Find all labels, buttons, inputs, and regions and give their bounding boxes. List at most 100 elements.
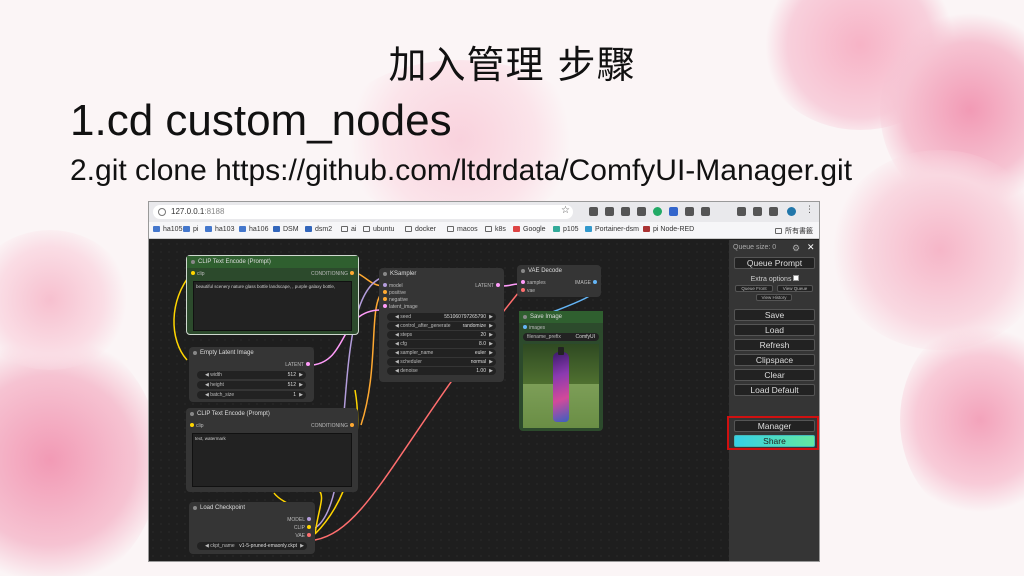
bookmark-item[interactable]: Portainer-dsm (585, 226, 639, 233)
url-host: 127.0.0.1 (171, 207, 205, 216)
extension-icon[interactable] (685, 207, 694, 216)
extension-icon[interactable] (653, 207, 662, 216)
prompt-textarea[interactable]: text, watermark (192, 433, 352, 487)
extra-options-toggle[interactable]: Extra options (729, 275, 819, 283)
bookmark-folder[interactable]: docker (405, 226, 436, 233)
save-image-node[interactable]: Save Image images filename_prefix ComfyUI (519, 311, 603, 431)
browser-screenshot: 127.0.0.1:8188 ☆ ⋮ ha105 pi ha103 ha106 … (148, 201, 820, 562)
output-conditioning[interactable]: CONDITIONING (311, 271, 356, 277)
all-bookmarks[interactable]: 所有書籤 (775, 226, 813, 236)
extension-icon[interactable] (637, 207, 646, 216)
width-widget[interactable]: ◀ width 512 ▶ (197, 371, 306, 379)
output-latent[interactable]: LATENT (475, 283, 502, 289)
bookmark-folder[interactable]: ubuntu (363, 226, 394, 233)
bookmark-item[interactable]: ha103 (205, 226, 234, 233)
node-title: VAE Decode (517, 265, 601, 277)
view-queue-button[interactable]: View Queue (777, 285, 813, 292)
extension-icon[interactable] (621, 207, 630, 216)
bookmark-folder[interactable]: ai (341, 226, 356, 233)
denoise-widget[interactable]: ◀ denoise 1.00 ▶ (387, 367, 496, 375)
slide-title: 加入管理 步驟 (388, 43, 636, 87)
node-title: Empty Latent Image (189, 347, 314, 359)
highlight-box (727, 416, 819, 450)
extension-icon[interactable] (701, 207, 710, 216)
node-title: CLIP Text Encode (Prompt) (186, 408, 358, 420)
output-conditioning[interactable]: CONDITIONING (311, 423, 356, 429)
input-images[interactable]: images (521, 325, 545, 331)
address-bar: 127.0.0.1:8188 ☆ ⋮ (149, 202, 819, 222)
close-icon[interactable]: ✕ (807, 242, 815, 253)
queue-front-button[interactable]: Queue Front (735, 285, 773, 292)
output-latent[interactable]: LATENT (285, 362, 312, 368)
bookmark-item[interactable]: pi Node-RED (643, 226, 694, 233)
bookmark-item[interactable]: pi (183, 226, 198, 233)
bookmark-item[interactable]: Google (513, 226, 546, 233)
output-model[interactable]: MODEL (287, 517, 313, 523)
batch-size-widget[interactable]: ◀ batch_size 1 ▶ (197, 391, 306, 399)
clip-text-encode-negative-node[interactable]: CLIP Text Encode (Prompt) clip CONDITION… (186, 408, 358, 492)
site-info-icon[interactable] (158, 208, 166, 216)
avatar[interactable] (787, 207, 796, 216)
ckpt-name-widget[interactable]: ◀ ckpt_name v1-5-pruned-emaonly.ckpt ▶ (197, 542, 307, 550)
url-field[interactable]: 127.0.0.1:8188 (153, 205, 573, 219)
queue-size-label: Queue size: 0 (733, 244, 777, 251)
height-widget[interactable]: ◀ height 512 ▶ (197, 381, 306, 389)
bookmark-item[interactable]: ha106 (239, 226, 268, 233)
bookmark-star-icon[interactable]: ☆ (561, 205, 570, 216)
cfg-widget[interactable]: ◀ cfg 8.0 ▶ (387, 340, 496, 348)
load-button[interactable]: Load (734, 324, 815, 336)
filename-prefix-widget[interactable]: filename_prefix ComfyUI (523, 333, 599, 341)
output-image[interactable]: IMAGE (575, 280, 599, 286)
clear-button[interactable]: Clear (734, 369, 815, 381)
input-model[interactable]: model (381, 283, 403, 289)
url-port: :8188 (204, 207, 225, 216)
vae-decode-node[interactable]: VAE Decode samples vae IMAGE (517, 265, 601, 297)
empty-latent-image-node[interactable]: Empty Latent Image LATENT ◀ width 512 ▶ ◀ … (189, 347, 314, 402)
scheduler-widget[interactable]: ◀ scheduler normal ▶ (387, 358, 496, 366)
input-vae[interactable]: vae (519, 288, 535, 294)
refresh-button[interactable]: Refresh (734, 339, 815, 351)
gear-icon[interactable]: ⚙ (792, 243, 800, 254)
node-title: Save Image (519, 311, 603, 323)
puzzle-icon[interactable] (769, 207, 778, 216)
bookmark-folder[interactable]: k8s (485, 226, 506, 233)
load-default-button[interactable]: Load Default (734, 384, 815, 396)
output-vae[interactable]: VAE (295, 533, 313, 539)
view-history-button[interactable]: View History (756, 294, 792, 301)
control-after-generate-widget[interactable]: ◀ control_after_generate randomize ▶ (387, 322, 496, 330)
bookmark-item[interactable]: dsm2 (305, 226, 332, 233)
save-button[interactable]: Save (734, 309, 815, 321)
clip-text-encode-positive-node[interactable]: CLIP Text Encode (Prompt) clip CONDITION… (186, 255, 359, 335)
seed-widget[interactable]: ◀ seed 551060797265790 ▶ (387, 313, 496, 321)
extension-icon[interactable] (669, 207, 678, 216)
ksampler-node[interactable]: KSampler model positive negative latent_… (379, 268, 504, 382)
step-2-text: 2.git clone https://github.com/ltdrdata/… (70, 154, 853, 187)
step-1-text: 1.cd custom_nodes (70, 96, 452, 145)
steps-widget[interactable]: ◀ steps 20 ▶ (387, 331, 496, 339)
extension-icon[interactable] (605, 207, 614, 216)
menu-dots-icon[interactable]: ⋮ (805, 205, 814, 215)
extension-icon[interactable] (589, 207, 598, 216)
bookmark-item[interactable]: DSM (273, 226, 299, 233)
load-checkpoint-node[interactable]: Load Checkpoint MODEL CLIP VAE ◀ ckpt_na… (189, 502, 315, 554)
bookmark-item[interactable]: ha105 (153, 226, 182, 233)
bookmark-item[interactable]: p105 (553, 226, 579, 233)
node-title: CLIP Text Encode (Prompt) (187, 256, 358, 268)
download-icon[interactable] (753, 207, 762, 216)
input-clip[interactable]: clip (188, 423, 204, 429)
output-clip[interactable]: CLIP (294, 525, 313, 531)
sampler-name-widget[interactable]: ◀ sampler_name euler ▶ (387, 349, 496, 357)
input-latent-image[interactable]: latent_image (381, 304, 418, 310)
clipspace-button[interactable]: Clipspace (734, 354, 815, 366)
input-negative[interactable]: negative (381, 297, 408, 303)
node-graph-canvas[interactable]: CLIP Text Encode (Prompt) clip CONDITION… (149, 240, 729, 561)
generated-image-preview[interactable] (523, 344, 599, 428)
comfy-menu-panel: Queue size: 0 ⚙ ✕ Queue Prompt Extra opt… (729, 240, 819, 561)
bookmark-folder[interactable]: macos (447, 226, 478, 233)
prompt-textarea[interactable]: beautiful scenery nature glass bottle la… (193, 281, 352, 331)
input-samples[interactable]: samples (519, 280, 546, 286)
input-clip[interactable]: clip (189, 271, 205, 277)
input-positive[interactable]: positive (381, 290, 406, 296)
tab-search-icon[interactable] (737, 207, 746, 216)
queue-prompt-button[interactable]: Queue Prompt (734, 257, 815, 269)
